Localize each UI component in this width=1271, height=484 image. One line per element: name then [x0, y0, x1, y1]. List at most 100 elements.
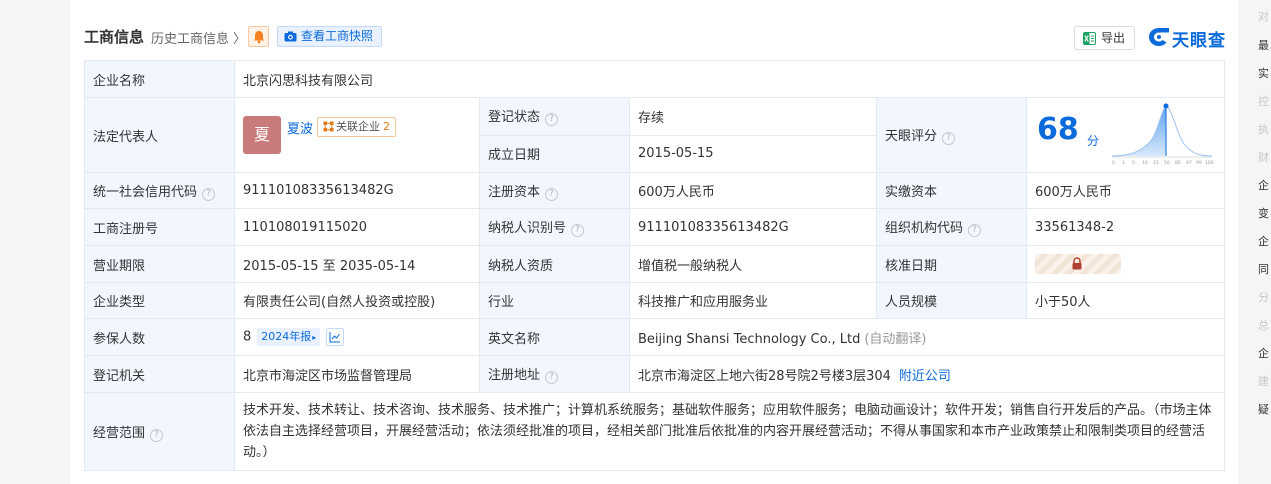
help-icon[interactable]: ? [942, 132, 956, 145]
score-axis-tick: 1 [1122, 160, 1125, 166]
history-business-info-link[interactable]: 历史工商信息〉 [151, 28, 246, 47]
anchor-nav-item[interactable]: 企 [1258, 233, 1269, 249]
authority-value: 北京市海淀区市场监督管理局 [234, 355, 480, 393]
table-row: 法定代表人 夏夏波 关联企业 2 登记状态? 存续 天眼评分? 68 分 0 1… [84, 97, 1226, 173]
anchor-nav-item[interactable]: 变 [1258, 205, 1269, 221]
anchor-nav-item[interactable]: 企 [1258, 177, 1269, 193]
staff-size-value: 小于50人 [1025, 282, 1226, 319]
business-snapshot-button[interactable]: 查看工商快照 [277, 26, 383, 47]
address-value: 北京市海淀区上地六街28号院2号楼3层304 [638, 368, 891, 384]
caret-right-icon: ▸ [312, 333, 317, 342]
export-button[interactable]: 导出 [1074, 26, 1135, 50]
bell-icon [254, 31, 264, 44]
section-title: 工商信息 [84, 28, 145, 46]
credit-code-value: 91110108335613482G [234, 172, 480, 209]
credit-code-label: 统一社会信用代码? [84, 172, 235, 209]
section-header: 工商信息 历史工商信息〉 查看工商快照 导出 天眼查 [84, 22, 1225, 52]
score-label: 天眼评分? [876, 97, 1027, 173]
history-label: 历史工商信息 [151, 32, 230, 47]
anchor-nav-item[interactable]: 企 [1258, 345, 1269, 361]
tianyancha-logo-icon [1149, 28, 1169, 46]
annual-report-tag[interactable]: 2024年报▸ [257, 328, 321, 346]
related-label: 关联企业 [336, 120, 381, 133]
score-value: 68 [1037, 112, 1079, 147]
score-axis-tick: 5 [1132, 160, 1135, 166]
annual-report-label: 2024年报 [261, 330, 312, 343]
term-label: 营业期限 [84, 245, 235, 283]
english-name-label: 英文名称 [479, 318, 630, 356]
score-axis-tick: 97 [1186, 160, 1192, 166]
score-axis-tick: 15 [1153, 160, 1159, 166]
anchor-nav-item[interactable]: 对 [1258, 8, 1269, 24]
address-cell: 北京市海淀区上地六街28号院2号楼3层304 附近公司 [628, 355, 1226, 393]
anchor-nav-item[interactable]: 建 [1258, 373, 1269, 389]
tianyancha-logo: 天眼查 [1148, 25, 1228, 51]
lock-icon [1072, 257, 1082, 270]
score-axis-tick: 85 [1175, 160, 1181, 166]
help-icon[interactable]: ? [545, 187, 559, 201]
industry-value: 科技推广和应用服务业 [629, 282, 877, 319]
anchor-nav-item[interactable]: 总 [1258, 317, 1269, 333]
approval-date-label: 核准日期 [876, 245, 1027, 283]
reg-no-label: 工商注册号 [84, 208, 235, 246]
org-code-label-text: 组织机构代码 [885, 221, 964, 236]
network-icon [323, 121, 334, 132]
score-axis-tick: 10 [1142, 160, 1148, 166]
nearby-companies-link[interactable]: 附近公司 [899, 369, 951, 384]
related-count: 2 [383, 120, 391, 133]
score-distribution-chart: 0 1 5 10 15 50 85 97 99 100 [1111, 103, 1214, 166]
help-icon[interactable]: ? [545, 113, 559, 127]
help-icon[interactable]: ? [968, 224, 982, 237]
reg-status-label-text: 登记状态 [488, 110, 541, 126]
industry-label: 行业 [479, 282, 630, 319]
help-icon[interactable]: ? [150, 428, 164, 442]
paid-capital-value: 600万人民币 [1025, 172, 1226, 209]
scope-label: 经营范围? [84, 392, 235, 471]
help-icon[interactable]: ? [571, 224, 585, 237]
reg-capital-value: 600万人民币 [629, 172, 877, 209]
locked-value[interactable] [1035, 254, 1121, 274]
type-value: 有限责任公司(自然人投资或控股) [234, 282, 480, 319]
score-cell[interactable]: 68 分 0 1 5 10 15 50 85 97 99 100 [1025, 97, 1226, 173]
anchor-nav-item[interactable]: 最 [1258, 37, 1269, 53]
chevron-right-icon: 〉 [233, 32, 247, 47]
trend-chart-button[interactable] [326, 328, 345, 346]
reg-status-value: 存续 [629, 97, 877, 136]
company-name-label: 企业名称 [84, 60, 235, 98]
english-name-value: Beijing Shansi Technology Co., Ltd [638, 331, 861, 347]
anchor-nav-item[interactable]: 实 [1258, 65, 1269, 81]
monitor-bell-button[interactable] [248, 26, 269, 47]
insured-label: 参保人数 [84, 318, 235, 356]
paid-capital-label: 实缴资本 [876, 172, 1027, 209]
score-axis-tick: 0 [1112, 160, 1115, 166]
taxpayer-id-label-text: 纳税人识别号 [488, 221, 567, 236]
logo-text: 天眼查 [1172, 31, 1226, 51]
right-anchor-nav: 对 最 实 控 执 财 企 变 企 同 分 总 企 建 疑 [1252, 0, 1271, 484]
anchor-nav-item[interactable]: 分 [1258, 289, 1269, 305]
help-icon[interactable]: ? [545, 371, 559, 384]
taxpayer-id-value: 91110108335613482G [629, 208, 877, 246]
anchor-nav-item[interactable]: 财 [1258, 149, 1269, 165]
score-axis-tick: 99 [1196, 160, 1202, 166]
term-value: 2015-05-15 至 2035-05-14 [234, 245, 480, 283]
related-companies-button[interactable]: 关联企业 2 [317, 117, 397, 137]
anchor-nav-item[interactable]: 执 [1258, 121, 1269, 137]
export-label: 导出 [1101, 31, 1126, 45]
legal-rep-name-link[interactable]: 夏波 [287, 118, 313, 137]
score-axis-tick: 100 [1205, 160, 1214, 166]
reg-capital-label-text: 注册资本 [488, 184, 541, 200]
anchor-nav-item[interactable]: 同 [1258, 261, 1269, 277]
address-label: 注册地址? [479, 355, 630, 393]
score-widget[interactable]: 68 分 0 1 5 10 15 50 85 97 99 100 [1028, 99, 1224, 172]
org-code-value: 33561348-2 [1025, 208, 1226, 246]
reg-status-label: 登记状态? [479, 97, 630, 136]
english-name-cell: Beijing Shansi Technology Co., Ltd (自动翻译) [628, 318, 1226, 356]
authority-label: 登记机关 [84, 355, 235, 393]
anchor-nav-item[interactable]: 疑 [1258, 401, 1269, 417]
help-icon[interactable]: ? [202, 187, 216, 201]
anchor-nav-item[interactable]: 控 [1258, 93, 1269, 109]
insured-value: 8 [243, 329, 252, 345]
score-label-text: 天眼评分 [885, 129, 938, 144]
legal-rep-avatar[interactable]: 夏 [243, 116, 281, 154]
reg-capital-label: 注册资本? [479, 172, 630, 209]
